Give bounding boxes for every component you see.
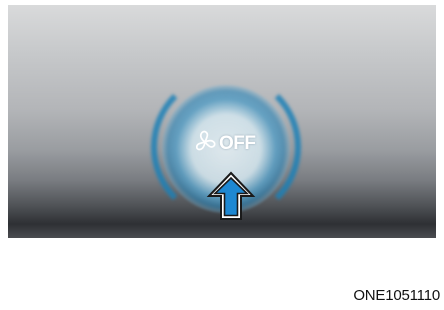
up-arrow-icon [206, 171, 256, 220]
fan-icon [195, 130, 216, 151]
fan-off-label: OFF [219, 133, 256, 154]
illustration-panel: OFF [8, 5, 436, 238]
figure-code: ONE1051110 [353, 287, 440, 304]
